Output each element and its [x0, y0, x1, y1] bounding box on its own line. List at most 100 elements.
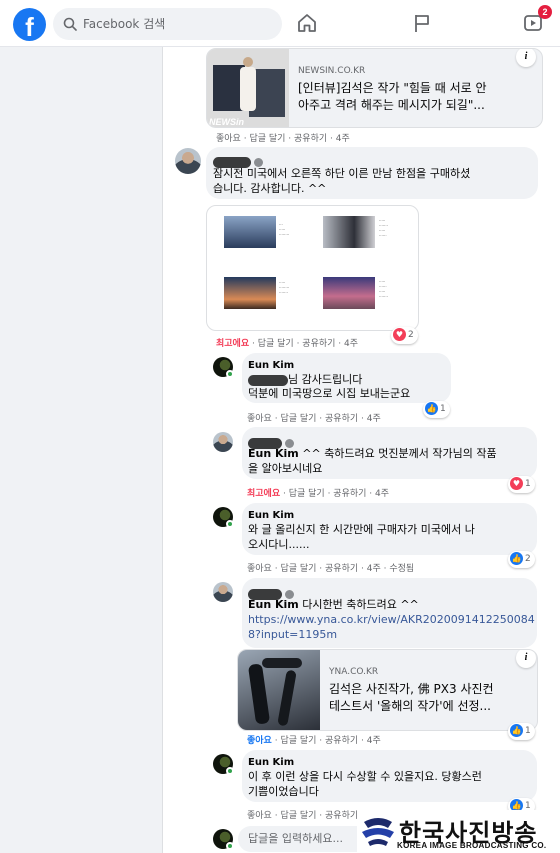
- watermark-english: KOREA IMAGE BROADCASTING CO.: [397, 841, 547, 850]
- link-preview-card[interactable]: NEWSin NEWSIN.CO.KR [인터뷰]김석은 작가 "힘들 때 서로…: [206, 48, 543, 128]
- timestamp: 4주: [366, 414, 381, 424]
- artwork-thumbnail: [224, 277, 276, 309]
- timestamp: 4주: [366, 564, 381, 574]
- share-button[interactable]: 공유하기: [302, 339, 335, 349]
- reply-text-line1: 님 감사드립니다: [248, 372, 362, 387]
- reply-bubble: Eun Kim 와 글 올리신지 한 시간만에 구매자가 미국에서 나 오시다니…: [242, 503, 537, 555]
- online-indicator: [226, 520, 234, 528]
- reply-button[interactable]: 답글 달기: [289, 489, 325, 499]
- reply-author[interactable]: Eun Kim: [248, 510, 294, 521]
- redacted-name: [248, 374, 288, 386]
- like-button[interactable]: 좋아요: [247, 564, 272, 574]
- search-box[interactable]: [53, 8, 282, 40]
- pages-flag-icon[interactable]: [411, 12, 433, 34]
- online-indicator: [226, 842, 234, 850]
- facebook-logo[interactable]: f: [13, 8, 46, 41]
- reply-author[interactable]: Eun Kim: [248, 360, 294, 371]
- top-navigation-bar: f 2: [0, 0, 560, 47]
- reaction-count[interactable]: 👍 1: [508, 723, 535, 740]
- reply-actions: 좋아요 · 답글 달기 · 공유하기 · 4주: [247, 414, 381, 424]
- online-indicator: [226, 767, 234, 775]
- link-title-line1: 김석은 사진작가, 佛 PX3 사진컨: [329, 682, 494, 696]
- url-link-line2[interactable]: 8?input=1195m: [248, 627, 337, 642]
- reaction-count[interactable]: 👍 2: [508, 551, 535, 568]
- link-domain: YNA.CO.KR: [329, 667, 379, 677]
- heart-icon: ♥: [510, 477, 523, 490]
- love-button[interactable]: 최고에요: [247, 489, 280, 499]
- comment-bubble: 잠시전 미국에서 오른쪽 하단 이른 만남 한점을 구매하셨 습니다. 감사합니…: [206, 147, 538, 199]
- info-icon[interactable]: i: [516, 49, 536, 67]
- avatar[interactable]: [175, 148, 201, 174]
- reply-button[interactable]: 답글 달기: [258, 339, 294, 349]
- avatar[interactable]: [213, 582, 233, 602]
- reply-text-line1: 이 후 이런 상을 다시 수상할 수 있을지요. 당황스런: [248, 770, 482, 783]
- reaction-count[interactable]: ♥ 1: [508, 476, 535, 493]
- timestamp: 4주: [344, 339, 359, 349]
- reply-bubble: Eun Kim 이 후 이런 상을 다시 수상할 수 있을지요. 당황스런 기쁨…: [242, 750, 537, 802]
- reaction-count[interactable]: 👍 1: [423, 401, 450, 418]
- reply-bubble: Eun Kim 님 감사드립니다 덕분에 미국땅으로 시집 보내는군요: [242, 353, 451, 403]
- share-button[interactable]: 공유하기: [325, 736, 358, 746]
- mention-link[interactable]: Eun Kim: [248, 598, 299, 611]
- home-icon[interactable]: [296, 12, 318, 34]
- reply-actions: 좋아요 · 답글 달기 · 공유하기 · 4주 · 수정됨: [247, 564, 415, 574]
- artwork-thumbnail: [323, 277, 375, 309]
- like-button[interactable]: 좋아요: [216, 134, 241, 144]
- share-button[interactable]: 공유하기: [294, 134, 327, 144]
- artwork-thumbnail: [323, 216, 375, 248]
- thumbnail-watermark: NEWSin: [209, 117, 244, 127]
- timestamp: 4주: [375, 489, 390, 499]
- reply-text-line1: Eun Kim ^^ 축하드려요 멋진분께서 작가님의 작품: [248, 447, 497, 460]
- link-preview-card[interactable]: YNA.CO.KR 김석은 사진작가, 佛 PX3 사진컨 테스트서 '올해의 …: [237, 649, 538, 731]
- watch-notification-badge: 2: [538, 5, 552, 19]
- comment-actions: 최고에요 · 답글 달기 · 공유하기 · 4주: [216, 339, 359, 349]
- mention-link[interactable]: Eun Kim: [248, 447, 299, 460]
- reaction-count[interactable]: ♥ 2: [391, 327, 418, 344]
- search-input[interactable]: [83, 8, 273, 40]
- edited-label: 수정됨: [389, 564, 415, 574]
- online-indicator: [226, 370, 234, 378]
- link-title-line1: [인터뷰]김석은 작가 "힘들 때 서로 안: [298, 81, 487, 95]
- timestamp: 4주: [335, 134, 350, 144]
- love-button[interactable]: 최고에요: [216, 339, 249, 349]
- reply-button[interactable]: 답글 달기: [280, 736, 316, 746]
- share-button[interactable]: 공유하기: [333, 489, 366, 499]
- avatar[interactable]: [213, 432, 233, 452]
- reply-actions: 좋아요 · 답글 달기 · 공유하기 · 4주: [247, 736, 381, 746]
- link-preview-thumbnail: [238, 650, 320, 730]
- reply-text-line2: 덕분에 미국땅으로 시집 보내는군요: [248, 387, 411, 400]
- reply-text-line1: 와 글 올리신지 한 시간만에 구매자가 미국에서 나: [248, 523, 475, 536]
- artwork-caption: ·······················: [379, 218, 388, 238]
- thumbs-up-icon: 👍: [510, 724, 523, 737]
- reply-actions: 최고에요 · 답글 달기 · 공유하기 · 4주: [247, 489, 390, 499]
- reply-text-line2: 기쁨이었습니다: [248, 785, 319, 798]
- reply-bubble: Eun Kim ^^ 축하드려요 멋진분께서 작가님의 작품 을 알아보시네요: [242, 427, 537, 479]
- reply-button[interactable]: 답글 달기: [280, 811, 316, 821]
- thumbs-up-icon: 👍: [425, 402, 438, 415]
- reply-button[interactable]: 답글 달기: [249, 134, 285, 144]
- search-icon: [63, 17, 77, 31]
- info-icon[interactable]: i: [516, 650, 536, 668]
- artwork-caption: ··· ····· ········: [279, 222, 290, 237]
- like-button[interactable]: 좋아요: [247, 811, 272, 821]
- comment-text-line2: 습니다. 감사합니다. ^^: [213, 182, 327, 195]
- link-domain: NEWSIN.CO.KR: [298, 66, 366, 76]
- heart-icon: ♥: [393, 328, 406, 341]
- left-sidebar: [0, 47, 163, 853]
- url-link-line1[interactable]: https://www.yna.co.kr/view/AKR2020091412…: [248, 612, 535, 627]
- reply-button[interactable]: 답글 달기: [280, 414, 316, 424]
- broadcaster-logo-icon: [362, 818, 394, 846]
- like-button[interactable]: 좋아요: [247, 414, 272, 424]
- share-button[interactable]: 공유하기: [325, 564, 358, 574]
- comment-text-line1: 잠시전 미국에서 오른쪽 하단 이른 만남 한점을 구매하셨: [213, 167, 471, 180]
- reply-bubble: Eun Kim 다시한번 축하드려요 ^^ https://www.yna.co…: [242, 578, 537, 648]
- artwork-caption: ····· ········ ·······: [279, 280, 290, 295]
- timestamp: 4주: [366, 736, 381, 746]
- reply-author[interactable]: Eun Kim: [248, 757, 294, 768]
- share-button[interactable]: 공유하기: [325, 811, 358, 821]
- like-button[interactable]: 좋아요: [247, 736, 272, 746]
- share-button[interactable]: 공유하기: [325, 414, 358, 424]
- attached-photo[interactable]: ··· ····· ········ ····· ······· ····· ······…: [206, 205, 419, 331]
- link-title-line2: 아주고 격려 해주는 메시지가 되길"...: [298, 98, 485, 112]
- reply-button[interactable]: 답글 달기: [280, 564, 316, 574]
